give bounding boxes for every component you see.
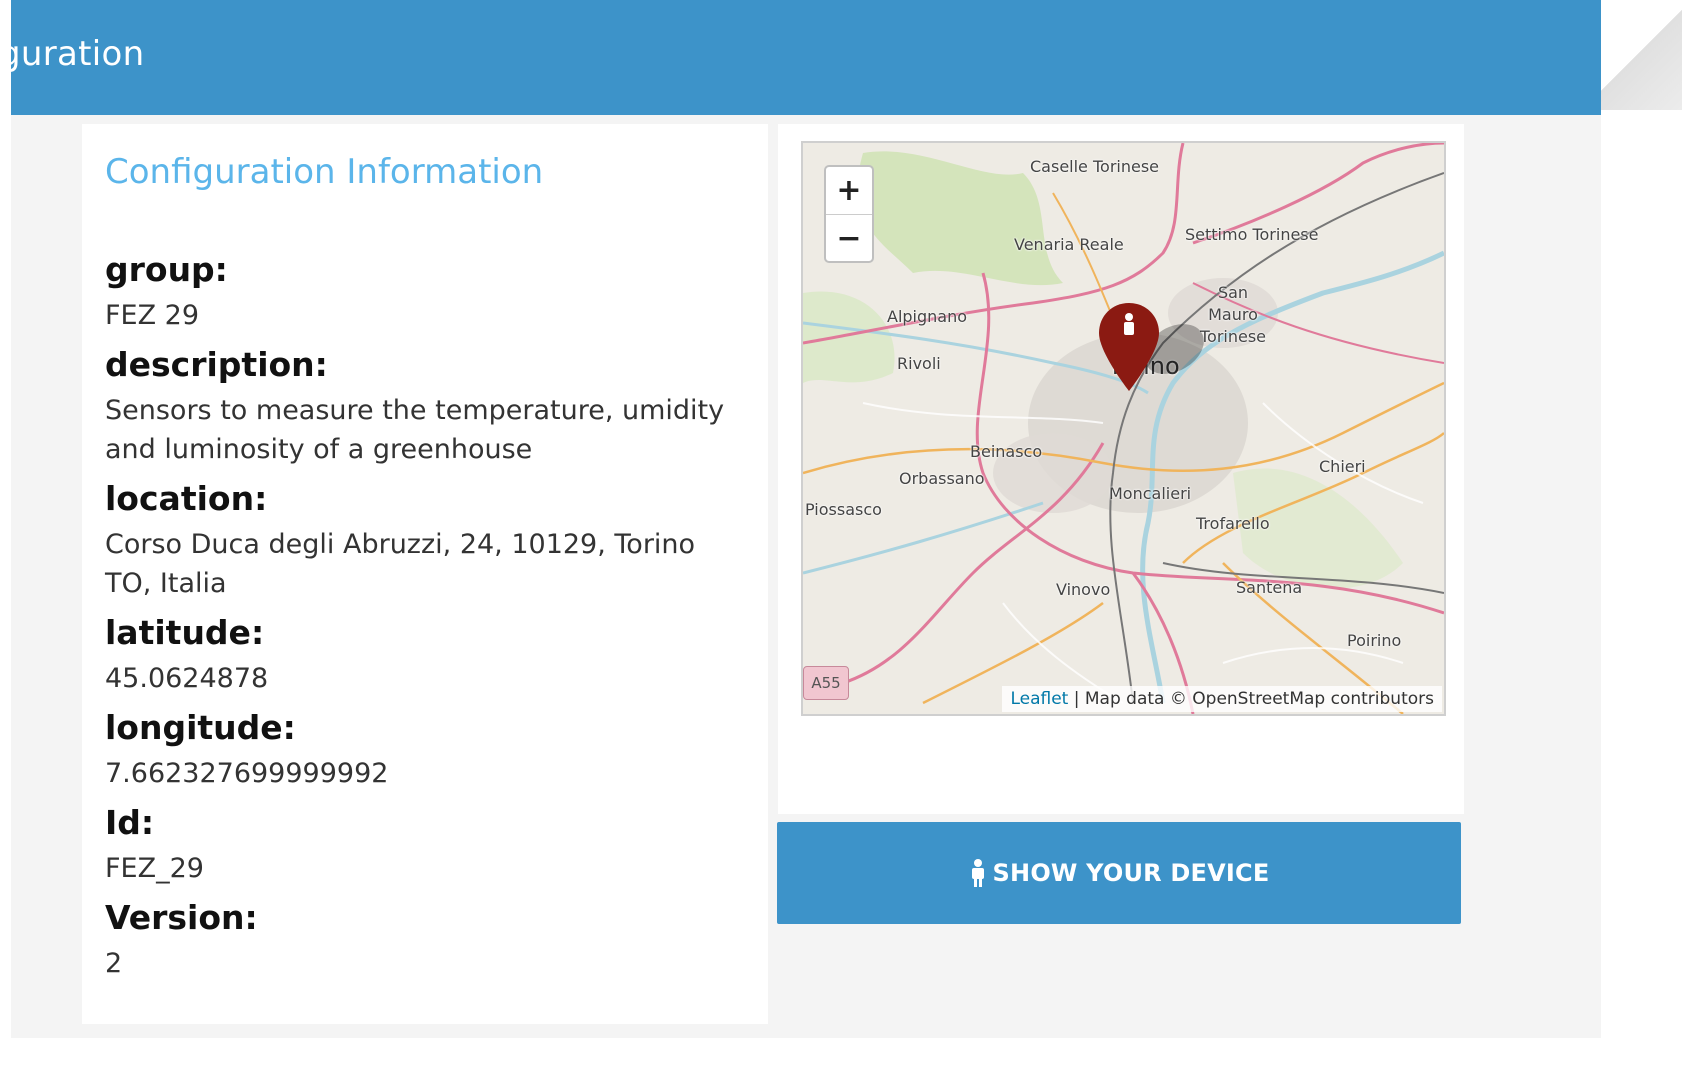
longitude-label: longitude: bbox=[105, 708, 296, 747]
map-place-label: Beinasco bbox=[970, 442, 1043, 461]
configuration-fields: group: FEZ 29 description: Sensors to me… bbox=[105, 246, 745, 989]
configuration-info-panel: Configuration Information group: FEZ 29 … bbox=[82, 124, 768, 1024]
description-value: Sensors to measure the temperature, umid… bbox=[105, 395, 725, 465]
zoom-in-button[interactable]: + bbox=[826, 167, 872, 215]
map-place-label: Rivoli bbox=[897, 354, 941, 373]
map-place-label: Orbassano bbox=[899, 469, 985, 488]
map-view[interactable]: Caselle Torinese Venaria Reale Settimo T… bbox=[801, 141, 1446, 716]
person-icon bbox=[971, 859, 984, 887]
id-label: Id: bbox=[105, 803, 155, 842]
map-tiles bbox=[803, 143, 1444, 714]
map-place-label: Vinovo bbox=[1056, 580, 1111, 599]
configuration-info-heading: Configuration Information bbox=[105, 152, 544, 192]
page-title: guration bbox=[11, 34, 145, 74]
map-marker-icon[interactable] bbox=[1099, 303, 1209, 399]
show-device-button[interactable]: SHOW YOUR DEVICE bbox=[777, 822, 1461, 924]
map-place-label: Poirino bbox=[1347, 631, 1402, 650]
location-value: Corso Duca degli Abruzzi, 24, 10129, Tor… bbox=[105, 529, 696, 599]
map-place-label: Trofarello bbox=[1196, 514, 1270, 533]
zoom-out-button[interactable]: − bbox=[826, 215, 872, 262]
map-place-label: Santena bbox=[1236, 578, 1303, 597]
leaflet-link[interactable]: Leaflet bbox=[1010, 689, 1068, 709]
map-place-label: Caselle Torinese bbox=[1030, 157, 1160, 176]
version-value: 2 bbox=[105, 948, 123, 979]
page-corner bbox=[1592, 0, 1682, 110]
attribution-text: | Map data © OpenStreetMap contributors bbox=[1068, 689, 1434, 709]
map-place-label: Piossasco bbox=[805, 500, 882, 519]
show-device-label: SHOW YOUR DEVICE bbox=[992, 859, 1270, 887]
map-place-label: Venaria Reale bbox=[1014, 235, 1124, 254]
version-label: Version: bbox=[105, 898, 258, 937]
latitude-value: 45.0624878 bbox=[105, 663, 269, 694]
description-label: description: bbox=[105, 345, 328, 384]
group-label: group: bbox=[105, 250, 228, 289]
map-place-label: Moncalieri bbox=[1109, 484, 1192, 503]
map-place-label: Alpignano bbox=[887, 307, 968, 326]
road-badge: A55 bbox=[803, 666, 849, 700]
map-place-label: Chieri bbox=[1319, 457, 1366, 476]
zoom-control: + − bbox=[824, 165, 874, 263]
longitude-value: 7.662327699999992 bbox=[105, 758, 389, 789]
map-attribution: Leaflet | Map data © OpenStreetMap contr… bbox=[1002, 686, 1442, 712]
location-label: location: bbox=[105, 479, 268, 518]
latitude-label: latitude: bbox=[105, 613, 265, 652]
map-place-label: Settimo Torinese bbox=[1185, 225, 1319, 244]
group-value: FEZ 29 bbox=[105, 300, 200, 331]
id-value: FEZ_29 bbox=[105, 853, 204, 884]
header-bar: guration bbox=[11, 0, 1601, 115]
